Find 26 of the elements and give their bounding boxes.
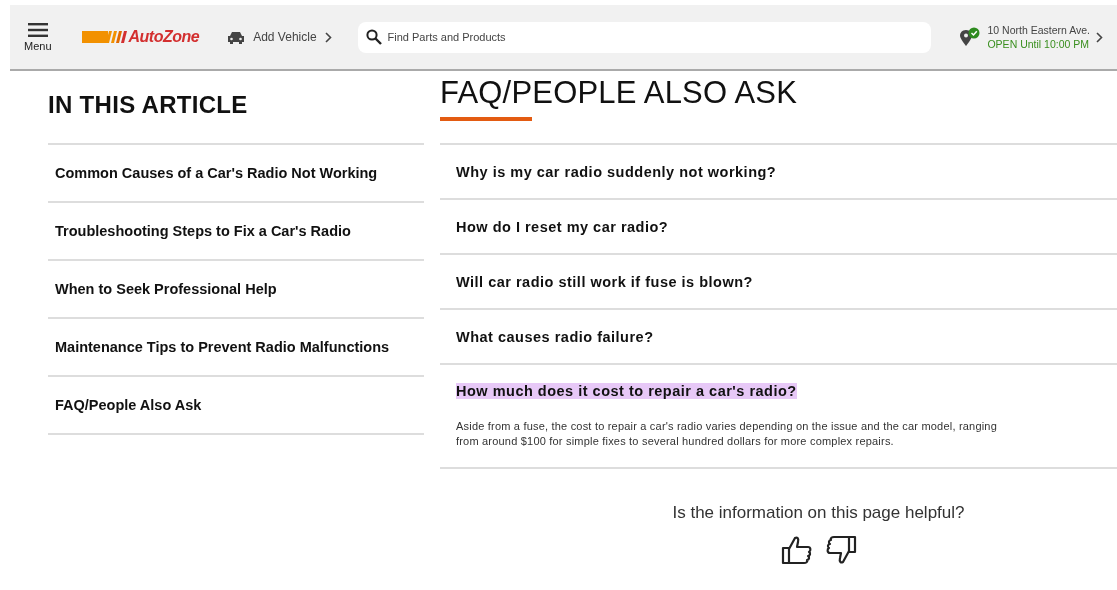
car-icon <box>227 30 246 44</box>
add-vehicle-button[interactable]: Add Vehicle <box>227 30 332 44</box>
chevron-icon <box>324 31 332 43</box>
store-button[interactable]: 10 North Eastern Ave. OPEN Until 10:00 PM <box>959 23 1103 51</box>
chevron-icon <box>1096 31 1103 43</box>
article-link[interactable]: Maintenance Tips to Prevent Radio Malfunctions <box>48 319 424 377</box>
faq-title: FAQ/PEOPLE ALSO ASK <box>440 75 799 111</box>
faq-question[interactable]: What causes radio failure? <box>456 328 654 345</box>
menu-icon <box>27 22 48 37</box>
faq-answer: Aside from a fuse, the cost to repair a car's radio varies depending on the issue and the car model, ranging from around $100 for simple fixes to several hundred dollars for more complex repairs. <box>456 419 998 449</box>
logo[interactable]: AutoZone <box>81 28 200 46</box>
faq-question[interactable]: How much does it cost to repair a car's radio? <box>456 383 797 399</box>
article-link[interactable]: Common Causes of a Car's Radio Not Working <box>48 145 424 203</box>
search-icon <box>365 28 382 45</box>
faq-question[interactable]: Will car radio still work if fuse is blown? <box>456 273 753 290</box>
section-title: IN THIS ARTICLE <box>48 91 249 119</box>
location-pin-icon <box>959 27 982 47</box>
article-link[interactable]: When to Seek Professional Help <box>48 261 424 319</box>
menu-button[interactable]: Menu <box>24 22 52 52</box>
faq-question[interactable]: Why is my car radio suddenly not working? <box>456 163 777 180</box>
search-field[interactable]: Find Parts and Products <box>357 21 932 53</box>
feedback-question: Is the information on this page helpful? <box>672 503 965 523</box>
article-link[interactable]: FAQ/People Also Ask <box>48 377 424 435</box>
article-link[interactable]: Troubleshooting Steps to Fix a Car's Radio <box>48 203 424 261</box>
stripes-icon <box>81 31 128 43</box>
faq-question[interactable]: How do I reset my car radio? <box>456 218 669 235</box>
